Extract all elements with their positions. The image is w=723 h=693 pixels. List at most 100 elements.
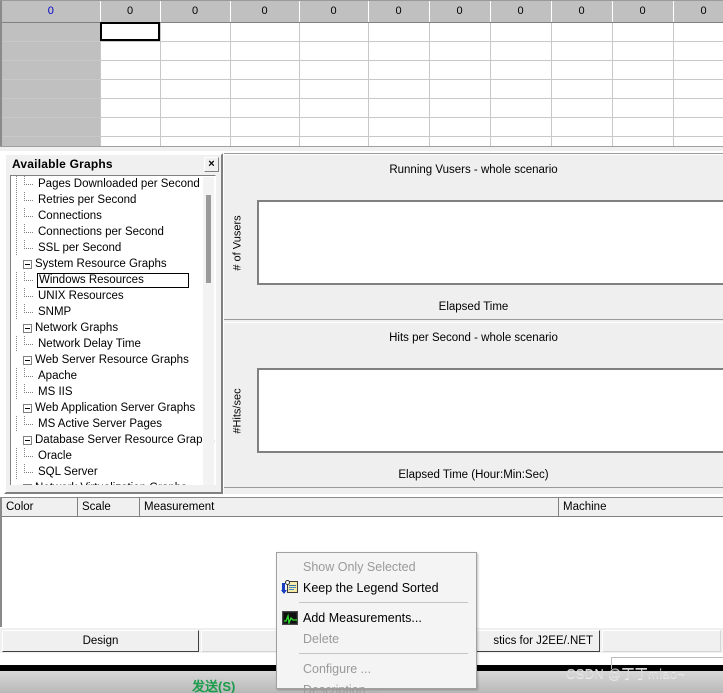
spreadsheet-grid[interactable]: 0 0 0 0 0 0 0 0 0 0 0 <box>0 0 723 146</box>
grid-cell-selected[interactable] <box>100 22 161 42</box>
menu-item-configure[interactable]: Configure ... <box>277 658 476 679</box>
tree-item-oracle[interactable]: Oracle <box>11 448 215 464</box>
grid-cell[interactable] <box>673 79 723 99</box>
tab-blank-left[interactable] <box>201 630 279 652</box>
grid-cell[interactable] <box>368 117 430 137</box>
grid-cell[interactable] <box>429 79 491 99</box>
column-header-3[interactable]: 0 <box>230 1 300 23</box>
graph-hits-per-second[interactable]: Hits per Second - whole scenario #Hits/s… <box>224 322 723 488</box>
tree-item-network-delay-time[interactable]: Network Delay Time <box>11 336 215 352</box>
grid-row[interactable] <box>2 79 723 99</box>
grid-cell[interactable] <box>299 136 369 146</box>
grid-cell[interactable] <box>230 117 300 137</box>
tree-item-sql-server[interactable]: SQL Server <box>11 464 215 480</box>
grid-cell[interactable] <box>673 60 723 80</box>
grid-cell[interactable] <box>673 98 723 118</box>
graphs-tree[interactable]: Pages Downloaded per Second Retries per … <box>10 175 216 488</box>
grid-cell[interactable] <box>160 22 231 42</box>
grid-cell[interactable] <box>299 60 369 80</box>
grid-cell[interactable] <box>100 117 161 137</box>
tree-group-system-resource-graphs[interactable]: System Resource Graphs <box>11 256 215 272</box>
grid-row[interactable] <box>2 136 723 146</box>
grid-cell[interactable] <box>160 117 231 137</box>
grid-cell[interactable] <box>612 22 674 42</box>
tree-scrollbar-thumb[interactable] <box>206 195 211 283</box>
grid-cell[interactable] <box>160 136 231 146</box>
tree-group-web-application-server-graphs[interactable]: Web Application Server Graphs <box>11 400 215 416</box>
tree-item-retries-per-second[interactable]: Retries per Second <box>11 192 215 208</box>
grid-cell[interactable] <box>490 60 552 80</box>
grid-cell[interactable] <box>230 60 300 80</box>
grid-cell[interactable] <box>673 117 723 137</box>
grid-cell[interactable] <box>429 136 491 146</box>
row-header[interactable] <box>2 117 101 137</box>
grid-cell[interactable] <box>160 41 231 61</box>
grid-cell[interactable] <box>299 41 369 61</box>
grid-cell[interactable] <box>612 60 674 80</box>
grid-cell[interactable] <box>612 117 674 137</box>
grid-row[interactable] <box>2 98 723 118</box>
grid-cell[interactable] <box>429 41 491 61</box>
grid-row[interactable] <box>2 60 723 80</box>
menu-item-show-only-selected[interactable]: Show Only Selected <box>277 556 476 577</box>
column-header-1[interactable]: 0 <box>100 1 161 23</box>
tree-item-snmp[interactable]: SNMP <box>11 304 215 320</box>
row-header[interactable] <box>2 136 101 146</box>
menu-item-description[interactable]: Description ... <box>277 679 476 693</box>
grid-cell[interactable] <box>368 98 430 118</box>
legend-column-measurement[interactable]: Measurement <box>140 498 559 516</box>
grid-cell[interactable] <box>230 41 300 61</box>
grid-cell[interactable] <box>551 79 613 99</box>
grid-cell[interactable] <box>368 41 430 61</box>
grid-cell[interactable] <box>368 22 430 42</box>
row-header[interactable] <box>2 41 101 61</box>
tree-group-database-server-resource-graphs[interactable]: Database Server Resource Graphs <box>11 432 215 448</box>
grid-cell[interactable] <box>490 22 552 42</box>
grid-cell[interactable] <box>299 22 369 42</box>
grid-cell[interactable] <box>230 136 300 146</box>
grid-cell[interactable] <box>230 98 300 118</box>
column-header-8[interactable]: 0 <box>551 1 613 23</box>
column-header-2[interactable]: 0 <box>160 1 231 23</box>
tree-item-ssl-per-second[interactable]: SSL per Second <box>11 240 215 256</box>
menu-item-delete[interactable]: Delete <box>277 628 476 649</box>
column-header-9[interactable]: 0 <box>612 1 674 23</box>
menu-item-keep-the-legend-sorted[interactable]: Keep the Legend Sorted <box>277 577 476 598</box>
column-header-7[interactable]: 0 <box>490 1 552 23</box>
grid-cell[interactable] <box>551 22 613 42</box>
grid-cell[interactable] <box>673 41 723 61</box>
graph-plot-area[interactable] <box>257 200 723 285</box>
grid-cell[interactable] <box>100 79 161 99</box>
tree-item-ms-iis[interactable]: MS IIS <box>11 384 215 400</box>
grid-cell[interactable] <box>230 79 300 99</box>
grid-cell[interactable] <box>368 136 430 146</box>
tree-group-network-graphs[interactable]: Network Graphs <box>11 320 215 336</box>
tab-blank-right[interactable] <box>602 630 721 652</box>
grid-cell[interactable] <box>299 98 369 118</box>
grid-cell[interactable] <box>673 136 723 146</box>
grid-cell[interactable] <box>490 79 552 99</box>
grid-cell[interactable] <box>490 136 552 146</box>
collapse-expander-icon[interactable] <box>23 259 32 269</box>
grid-row[interactable] <box>2 117 723 137</box>
tree-item-windows-resources[interactable]: Windows Resources <box>11 272 215 288</box>
grid-cell[interactable] <box>368 60 430 80</box>
grid-cell[interactable] <box>160 60 231 80</box>
legend-column-machine[interactable]: Machine <box>559 498 723 516</box>
grid-cell[interactable] <box>551 60 613 80</box>
graph-plot-area[interactable] <box>257 368 723 453</box>
grid-cell[interactable] <box>368 79 430 99</box>
tree-item-apache[interactable]: Apache <box>11 368 215 384</box>
graph-running-vusers[interactable]: Running Vusers - whole scenario # of Vus… <box>224 154 723 320</box>
grid-cell[interactable] <box>490 98 552 118</box>
legend-column-color[interactable]: Color <box>2 498 78 516</box>
row-header[interactable] <box>2 98 101 118</box>
collapse-expander-icon[interactable] <box>23 435 32 445</box>
tree-group-web-server-resource-graphs[interactable]: Web Server Resource Graphs <box>11 352 215 368</box>
tree-vertical-scrollbar[interactable] <box>203 177 214 486</box>
column-header-0[interactable]: 0 <box>2 1 101 23</box>
close-icon[interactable]: × <box>204 156 219 172</box>
grid-cell[interactable] <box>429 98 491 118</box>
column-header-10[interactable]: 0 <box>673 1 723 23</box>
grid-cell[interactable] <box>490 117 552 137</box>
